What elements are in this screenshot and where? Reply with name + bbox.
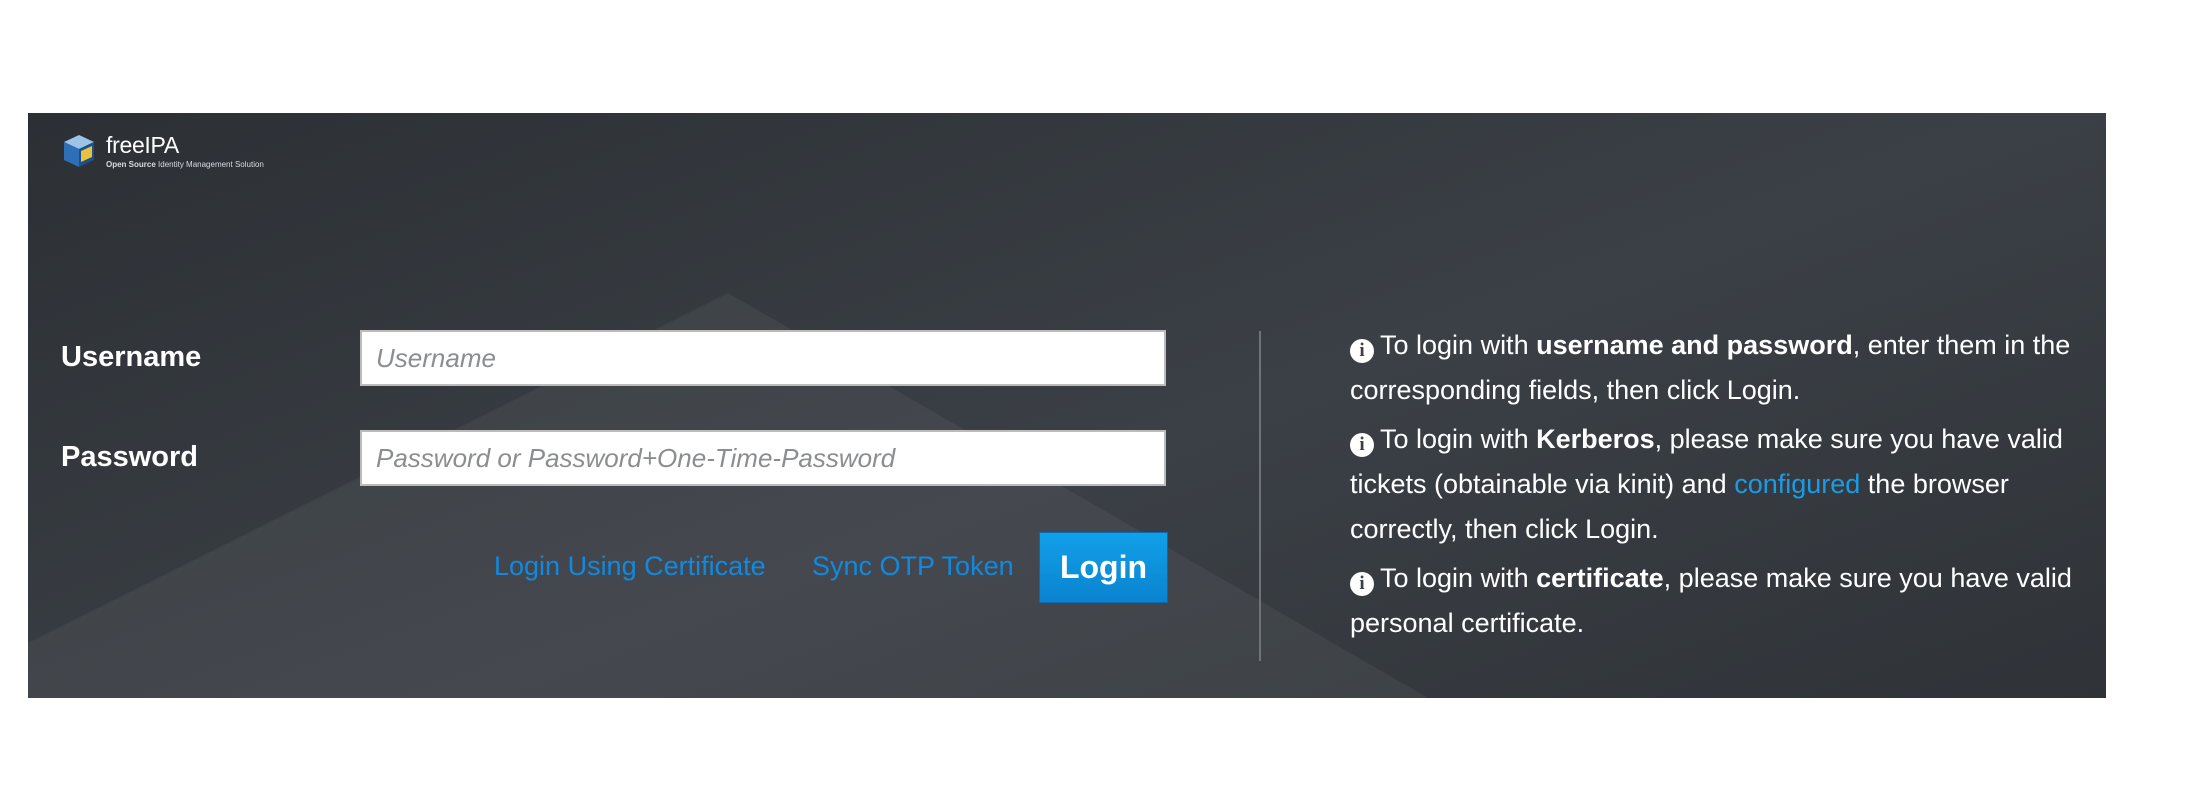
configured-link[interactable]: configured [1734,469,1860,499]
divider [1259,331,1261,661]
info-circle-icon: i [1350,572,1374,596]
info-circle-icon: i [1350,339,1374,363]
password-label: Password [61,441,198,473]
info-circle-icon: i [1350,433,1374,457]
brand-tagline: Open Source Identity Management Solution [106,159,264,169]
help-item-certificate: i To login with certificate, please make … [1350,563,2072,638]
login-using-certificate-link[interactable]: Login Using Certificate [494,551,766,582]
login-panel: freeIPA Open Source Identity Management … [28,113,2106,698]
help-item-password: i To login with username and password, en… [1350,330,2071,405]
brand-logo: freeIPA Open Source Identity Management … [62,133,264,169]
username-input[interactable] [360,330,1166,386]
help-panel: i To login with username and password, en… [1350,323,2090,650]
login-button[interactable]: Login [1039,532,1168,603]
freeipa-cube-icon [64,135,94,167]
username-label: Username [61,341,202,373]
sync-otp-token-link[interactable]: Sync OTP Token [812,551,1014,582]
password-input[interactable] [360,430,1166,486]
help-item-kerberos: i To login with Kerberos, please make sur… [1350,424,2063,544]
brand-name: freeIPA [106,131,179,158]
